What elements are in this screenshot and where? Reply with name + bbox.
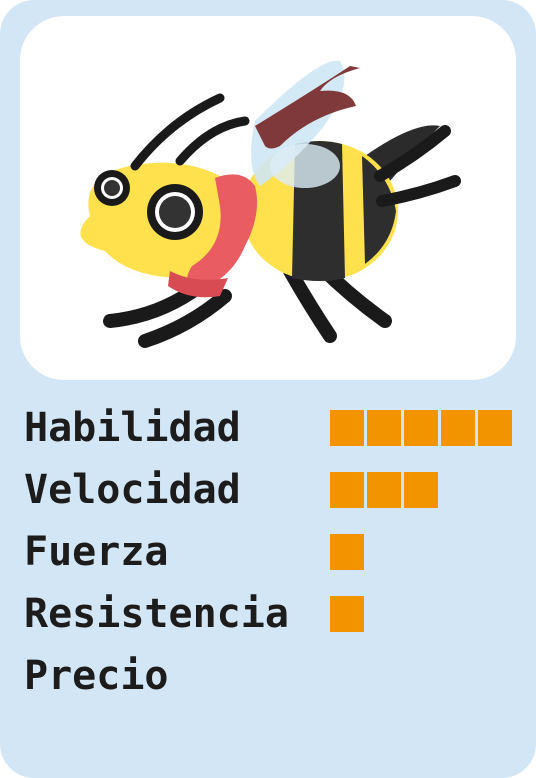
stat-pip xyxy=(330,596,364,632)
stat-row-precio: Precio xyxy=(24,646,524,706)
stat-label-resistencia: Resistencia xyxy=(24,591,289,637)
character-art-panel xyxy=(20,16,516,380)
stat-row-fuerza: Fuerza xyxy=(24,522,524,582)
stat-pip xyxy=(330,472,364,508)
stat-pip xyxy=(330,534,364,570)
stat-pip xyxy=(404,410,438,446)
bee-with-red-scarf-icon xyxy=(80,60,461,348)
stat-pip xyxy=(404,472,438,508)
character-card: Habilidad Velocidad Fuerza Resistencia P… xyxy=(0,0,536,778)
stat-pip xyxy=(330,410,364,446)
stat-pip xyxy=(478,410,512,446)
stat-row-velocidad: Velocidad xyxy=(24,460,524,520)
stat-label-habilidad: Habilidad xyxy=(24,405,241,451)
stat-pip xyxy=(367,410,401,446)
stat-label-precio: Precio xyxy=(24,653,169,699)
stat-pip xyxy=(441,410,475,446)
stat-row-resistencia: Resistencia xyxy=(24,584,524,644)
stat-label-velocidad: Velocidad xyxy=(24,467,241,513)
stat-label-fuerza: Fuerza xyxy=(24,529,169,575)
stat-row-habilidad: Habilidad xyxy=(24,398,524,458)
stat-pip xyxy=(367,472,401,508)
